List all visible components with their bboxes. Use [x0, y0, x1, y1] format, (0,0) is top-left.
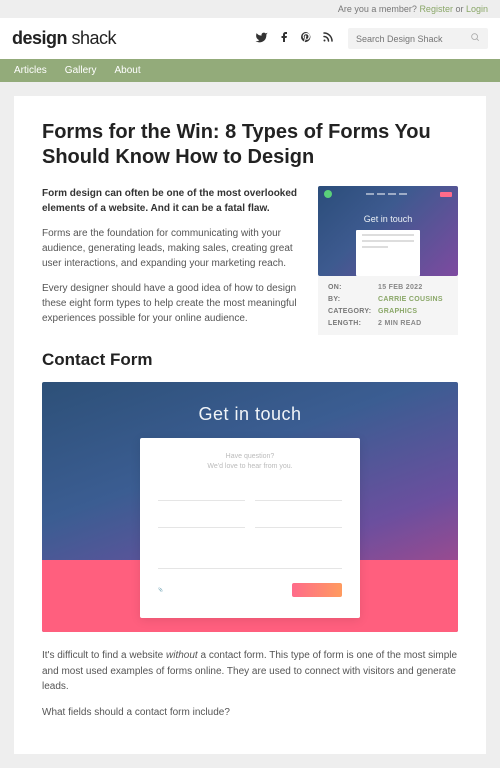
register-link[interactable]: Register [419, 4, 453, 14]
twitter-icon[interactable] [255, 31, 268, 47]
search-box[interactable] [348, 28, 488, 49]
lede: Form design can often be one of the most… [42, 186, 304, 216]
or-text: or [453, 4, 466, 14]
card-sub1: Have question? [158, 452, 342, 462]
pinterest-icon[interactable] [300, 31, 312, 46]
body-p2: What fields should a contact form includ… [42, 705, 458, 721]
facebook-icon[interactable] [278, 31, 290, 46]
article-body: It's difficult to find a website without… [42, 648, 458, 720]
meta-cat-label: CATEGORY: [328, 308, 378, 315]
topbar: Are you a member? Register or Login [0, 0, 500, 18]
attach-icon: 📎 [158, 587, 163, 592]
nav-articles[interactable]: Articles [14, 65, 47, 76]
article: Forms for the Win: 8 Types of Forms You … [14, 96, 486, 754]
intro-text: Form design can often be one of the most… [42, 186, 304, 336]
login-link[interactable]: Login [466, 4, 488, 14]
meta-by-label: BY: [328, 296, 378, 303]
form-card: Have question? We'd love to hear from yo… [140, 438, 360, 618]
hero-thumbnail: Get in touch [318, 186, 458, 276]
intro-row: Form design can often be one of the most… [42, 186, 458, 336]
social-links [255, 31, 334, 47]
card-sub2: We'd love to hear from you. [158, 462, 342, 472]
article-sidebar: Get in touch ON:15 FEB 2022 BY:CARRIE CO… [318, 186, 458, 336]
search-input[interactable] [356, 34, 470, 44]
intro-p3: Every designer should have a good idea o… [42, 281, 304, 326]
send-button-graphic [292, 583, 342, 597]
contact-form-image: Get in touch Have question? We'd love to… [42, 382, 458, 632]
meta-len-label: LENGTH: [328, 320, 378, 327]
thumb-cta-icon [440, 192, 452, 197]
article-title: Forms for the Win: 8 Types of Forms You … [42, 120, 458, 170]
thumb-title: Get in touch [318, 214, 458, 224]
member-prompt: Are you a member? [338, 4, 420, 14]
logo-part1: design [12, 28, 67, 48]
body-p1: It's difficult to find a website without… [42, 648, 458, 695]
header-right [255, 28, 488, 49]
rss-icon[interactable] [322, 31, 334, 46]
header: design shack [0, 18, 500, 59]
meta-len-val: 2 MIN READ [378, 320, 421, 327]
article-meta: ON:15 FEB 2022 BY:CARRIE COUSINS CATEGOR… [318, 276, 458, 335]
nav-gallery[interactable]: Gallery [65, 65, 97, 76]
meta-by-val[interactable]: CARRIE COUSINS [378, 296, 443, 303]
search-icon[interactable] [470, 32, 480, 45]
intro-p2: Forms are the foundation for communicati… [42, 226, 304, 271]
navbar: Articles Gallery About [0, 59, 500, 82]
meta-on-label: ON: [328, 284, 378, 291]
bigimg-title: Get in touch [42, 404, 458, 425]
nav-about[interactable]: About [114, 65, 140, 76]
meta-cat-val[interactable]: GRAPHICS [378, 308, 417, 315]
thumb-logo-icon [324, 190, 332, 198]
page-wrap: Forms for the Win: 8 Types of Forms You … [0, 82, 500, 768]
logo-part2: shack [67, 28, 116, 48]
meta-on-val: 15 FEB 2022 [378, 284, 423, 291]
site-logo[interactable]: design shack [12, 28, 116, 49]
thumb-card [356, 230, 420, 276]
section-heading: Contact Form [42, 350, 458, 370]
